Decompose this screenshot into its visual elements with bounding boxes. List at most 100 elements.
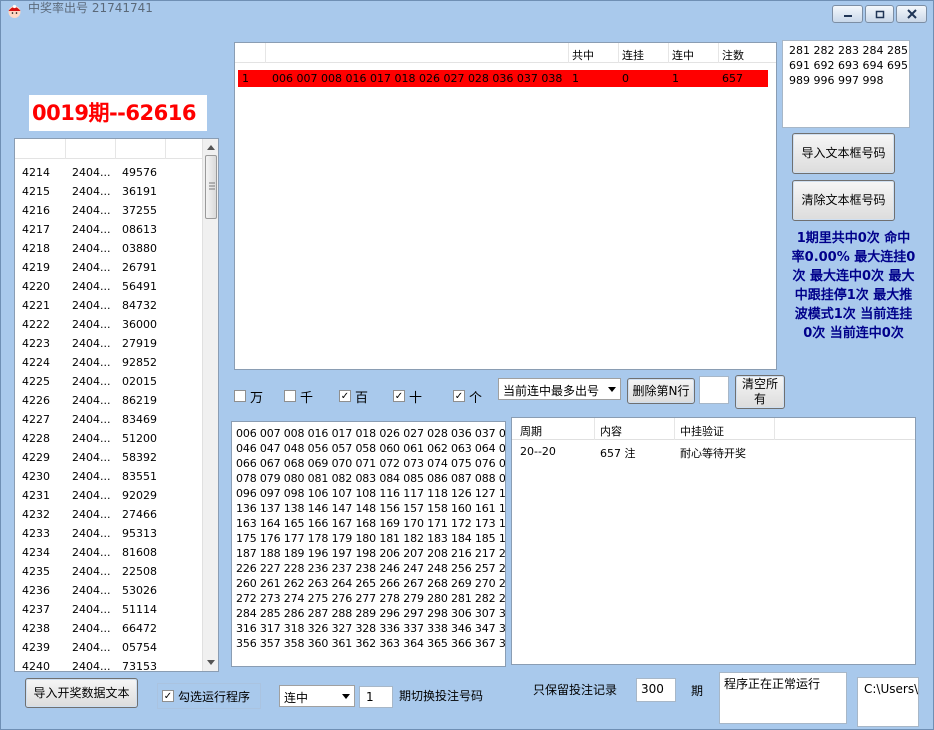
history-date: 2404... [72, 280, 111, 293]
numbers-line: 046 047 048 056 057 058 060 061 062 063 … [236, 442, 506, 455]
verify-period: 20--20 [520, 445, 556, 458]
history-result: 66472 [122, 622, 157, 635]
bet-numbers-textarea[interactable]: 006 007 008 016 017 018 026 027 028 036 … [231, 421, 506, 667]
col-header-consecutive-hit: 连中 [672, 49, 694, 62]
grip-icon [209, 182, 215, 190]
history-result: 92852 [122, 356, 157, 369]
history-result: 83469 [122, 413, 157, 426]
history-id: 4218 [22, 242, 50, 255]
history-id: 4221 [22, 299, 50, 312]
history-id: 4232 [22, 508, 50, 521]
history-id: 4215 [22, 185, 50, 198]
period-count-input[interactable]: 1 [359, 686, 393, 708]
history-result: 58392 [122, 451, 157, 464]
checkbox-ge-box[interactable]: ✓ [453, 390, 465, 402]
history-date: 2404... [72, 223, 111, 236]
history-result: 36191 [122, 185, 157, 198]
row-consecutive-miss: 0 [622, 72, 629, 85]
history-result: 86219 [122, 394, 157, 407]
history-date: 2404... [72, 432, 111, 445]
mode-select-value: 当前连中最多出号 [503, 384, 600, 398]
number-textbox[interactable]: 281 282 283 284 285 28 691 692 693 694 6… [782, 40, 910, 128]
history-id: 4231 [22, 489, 50, 502]
title-bar: 中奖率出号 21741741 [1, 1, 933, 26]
history-result: 37255 [122, 204, 157, 217]
scroll-up-icon[interactable] [207, 145, 215, 150]
checkbox-qian-label: 千 [300, 390, 314, 406]
checkbox-wan-box[interactable] [234, 390, 246, 402]
path-textbox[interactable]: C:\Users\ [857, 677, 919, 727]
table-row[interactable]: 1 006 007 008 016 017 018 026 027 028 03… [238, 70, 768, 87]
run-mode-select[interactable]: 连中 [279, 685, 355, 707]
checkbox-bai[interactable]: ✓ 百 [339, 385, 368, 407]
run-program-checkbox[interactable]: ✓ 勾选运行程序 [157, 683, 261, 709]
scroll-thumb[interactable] [205, 155, 217, 219]
clear-textbox-button[interactable]: 清除文本框号码 [792, 180, 895, 221]
run-program-checkbox-box[interactable]: ✓ [162, 690, 174, 702]
verify-grid[interactable]: 周期 内容 中挂验证 20--20 657 注 耐心等待开奖 [511, 417, 916, 665]
checkbox-ge[interactable]: ✓ 个 [453, 385, 482, 407]
import-draw-data-button[interactable]: 导入开奖数据文本 [25, 678, 138, 708]
col-header-bet-count: 注数 [722, 49, 744, 62]
chevron-down-icon [342, 694, 350, 699]
delete-row-input[interactable] [699, 376, 729, 404]
textbox-line: 989 996 997 998 [789, 74, 884, 87]
close-button[interactable] [896, 5, 927, 23]
col-header-total-hit: 共中 [572, 49, 594, 62]
history-id: 4226 [22, 394, 50, 407]
history-id: 4238 [22, 622, 50, 635]
history-result: 03880 [122, 242, 157, 255]
minimize-button[interactable] [832, 5, 863, 23]
history-id: 4219 [22, 261, 50, 274]
history-result: 95313 [122, 527, 157, 540]
mode-select[interactable]: 当前连中最多出号 [498, 378, 621, 400]
status-textbox[interactable]: 程序正在正常运行 [719, 672, 847, 724]
checkbox-bai-box[interactable]: ✓ [339, 390, 351, 402]
row-bet-count: 657 [722, 72, 743, 85]
checkbox-qian-box[interactable] [284, 390, 296, 402]
import-textbox-button[interactable]: 导入文本框号码 [792, 133, 895, 174]
history-scrollbar[interactable] [202, 139, 218, 671]
keep-records-input[interactable]: 300 [636, 678, 676, 702]
history-result: 05754 [122, 641, 157, 654]
delete-row-button[interactable]: 删除第N行 [627, 378, 695, 404]
numbers-line: 175 176 177 178 179 180 181 182 183 184 … [236, 532, 506, 545]
checkbox-qian[interactable]: 千 [284, 385, 313, 407]
history-date: 2404... [72, 356, 111, 369]
history-date: 2404... [72, 584, 111, 597]
col-header-period: 周期 [520, 425, 542, 438]
numbers-line: 187 188 189 196 197 198 206 207 208 216 … [236, 547, 506, 560]
history-list[interactable]: 4214 2404... 49576 4215 2404... 36191 4216 2404… [14, 138, 219, 672]
history-date: 2404... [72, 242, 111, 255]
history-date: 2404... [72, 546, 111, 559]
col-header-content: 内容 [600, 425, 622, 438]
history-id: 4239 [22, 641, 50, 654]
history-id: 4216 [22, 204, 50, 217]
checkbox-shi[interactable]: ✓ 十 [393, 385, 422, 407]
history-id: 4217 [22, 223, 50, 236]
switch-numbers-label: 期切换投注号码 [399, 689, 484, 703]
history-id: 4230 [22, 470, 50, 483]
results-grid[interactable]: 共中 连挂 连中 注数 1 006 007 008 016 017 018 02… [234, 42, 777, 370]
results-grid-header: 共中 连挂 连中 注数 [235, 43, 776, 63]
history-date: 2404... [72, 622, 111, 635]
maximize-button[interactable] [865, 5, 894, 23]
numbers-line: 006 007 008 016 017 018 026 027 028 036 … [236, 427, 506, 440]
scroll-down-icon[interactable] [207, 660, 215, 665]
history-result: 27466 [122, 508, 157, 521]
history-date: 2404... [72, 375, 111, 388]
numbers-line: 096 097 098 106 107 108 116 117 118 126 … [236, 487, 506, 500]
numbers-line: 066 067 068 069 070 071 072 073 074 075 … [236, 457, 506, 470]
history-date: 2404... [72, 527, 111, 540]
history-date: 2404... [72, 565, 111, 578]
checkbox-shi-box[interactable]: ✓ [393, 390, 405, 402]
history-id: 4240 [22, 660, 50, 672]
clear-all-button[interactable]: 清空所 有 [735, 375, 785, 409]
history-id: 4228 [22, 432, 50, 445]
numbers-line: 284 285 286 287 288 289 296 297 298 306 … [236, 607, 506, 620]
history-id: 4236 [22, 584, 50, 597]
checkbox-wan[interactable]: 万 [234, 385, 263, 407]
history-date: 2404... [72, 166, 111, 179]
table-row[interactable]: 20--20 657 注 耐心等待开奖 [512, 445, 915, 463]
maximize-icon [875, 10, 884, 18]
